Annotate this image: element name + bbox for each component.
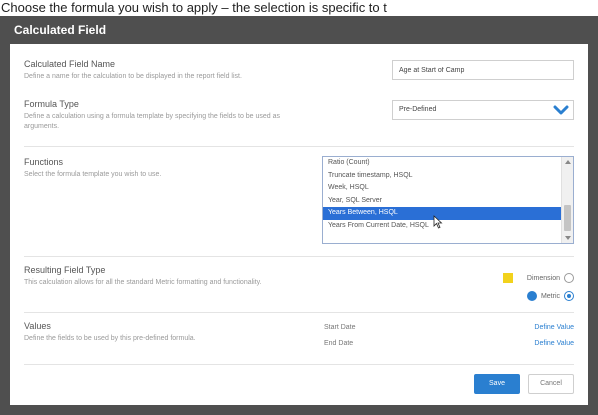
page-caption: Choose the formula you wish to apply – t… [0,0,598,16]
scroll-down-icon[interactable] [565,236,571,240]
metric-swatch-icon [526,291,537,301]
formula-type-section: Formula Type Define a calculation using … [24,98,574,132]
scroll-thumb[interactable] [564,205,571,231]
dialog-panel: Calculated Field Name Define a name for … [10,44,588,405]
metric-radio[interactable] [564,291,574,301]
divider [24,146,574,147]
resulting-field-type-section: Resulting Field Type This calculation al… [24,264,574,304]
dimension-radio[interactable] [564,273,574,283]
functions-listbox[interactable]: Ratio (Count) Truncate timestamp, HSQL W… [322,156,574,244]
divider [24,364,574,365]
divider [24,256,574,257]
start-date-label: Start Date [324,324,356,331]
end-date-label: End Date [324,340,354,347]
mouse-pointer-icon [433,215,443,229]
chevron-down-icon[interactable] [553,104,569,116]
formula-type-description: Define a calculation using a formula tem… [24,113,281,130]
define-end-date-link[interactable]: Define Value [534,338,574,350]
functions-scrollbar[interactable] [561,157,573,243]
metric-label: Metric [540,292,560,300]
dimension-label: Dimension [526,274,560,282]
end-date-row: End Date Define Value [324,338,574,350]
functions-section: Functions Select the formula template yo… [24,156,574,246]
divider [24,312,574,313]
dialog-title: Calculated Field [14,23,107,37]
formula-type-select[interactable]: Pre-Defined [392,100,574,120]
calculated-field-dialog: Calculated Field Calculated Field Name D… [0,16,598,415]
values-description: Define the fields to be used by this pre… [24,335,196,342]
cancel-button[interactable]: Cancel [528,374,574,394]
resulting-field-type-description: This calculation allows for all the stan… [24,279,262,286]
function-item[interactable]: Truncate timestamp, HSQL [323,170,561,183]
formula-type-value: Pre-Defined [399,106,437,113]
functions-description: Select the formula template you wish to … [24,171,162,178]
start-date-row: Start Date Define Value [324,322,574,334]
metric-option[interactable]: Metric [526,290,574,302]
name-section: Calculated Field Name Define a name for … [24,58,574,84]
resulting-field-type-label: Resulting Field Type [24,265,106,275]
function-item[interactable]: Ratio (Count) [323,157,561,170]
dimension-swatch-icon [502,273,513,283]
save-button[interactable]: Save [474,374,520,394]
function-item[interactable]: Year, SQL Server [323,195,561,208]
dimension-option[interactable]: Dimension [502,272,574,284]
name-description: Define a name for the calculation to be … [24,73,242,80]
values-section: Values Define the fields to be used by t… [24,320,574,360]
scroll-up-icon[interactable] [565,160,571,164]
calculated-field-name-input[interactable] [392,60,574,80]
function-item[interactable]: Week, HSQL [323,182,561,195]
define-start-date-link[interactable]: Define Value [534,322,574,334]
